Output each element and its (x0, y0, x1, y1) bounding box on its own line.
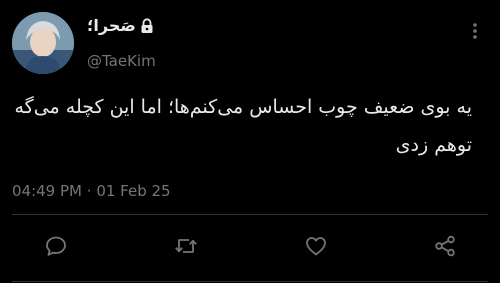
retweet-icon (175, 239, 197, 253)
meta-separator: · (86, 182, 92, 200)
share-icon (435, 235, 455, 257)
share-button[interactable] (433, 234, 457, 258)
tweet-text: یه بوی ضعیف چوب احساس می‌کنم‌ها؛ اما این… (12, 88, 472, 164)
tweet-date: 01 Feb 25 (96, 182, 171, 200)
tweet-text-line: یه بوی ضعیف چوب احساس می‌کنم‌ها؛ اما این… (14, 96, 472, 118)
avatar[interactable] (12, 12, 74, 74)
tweet-time: 04:49 PM (12, 182, 82, 200)
tweet-timestamp[interactable]: 04:49 PM · 01 Feb 25 (12, 181, 171, 201)
divider (12, 214, 488, 215)
retweet-button[interactable] (174, 234, 198, 258)
like-button[interactable] (304, 234, 328, 258)
reply-icon (46, 236, 66, 256)
user-handle[interactable]: @TaeKim (87, 51, 156, 71)
display-name[interactable]: صَحرا؛ (87, 16, 136, 36)
reply-button[interactable] (44, 234, 68, 258)
heart-icon (306, 237, 326, 256)
name-row: صَحرا؛ (87, 14, 154, 38)
tweet-text-line: توهم زدی (395, 134, 472, 156)
divider (12, 281, 488, 282)
more-vertical-icon[interactable] (466, 20, 484, 42)
lock-icon (141, 18, 153, 33)
